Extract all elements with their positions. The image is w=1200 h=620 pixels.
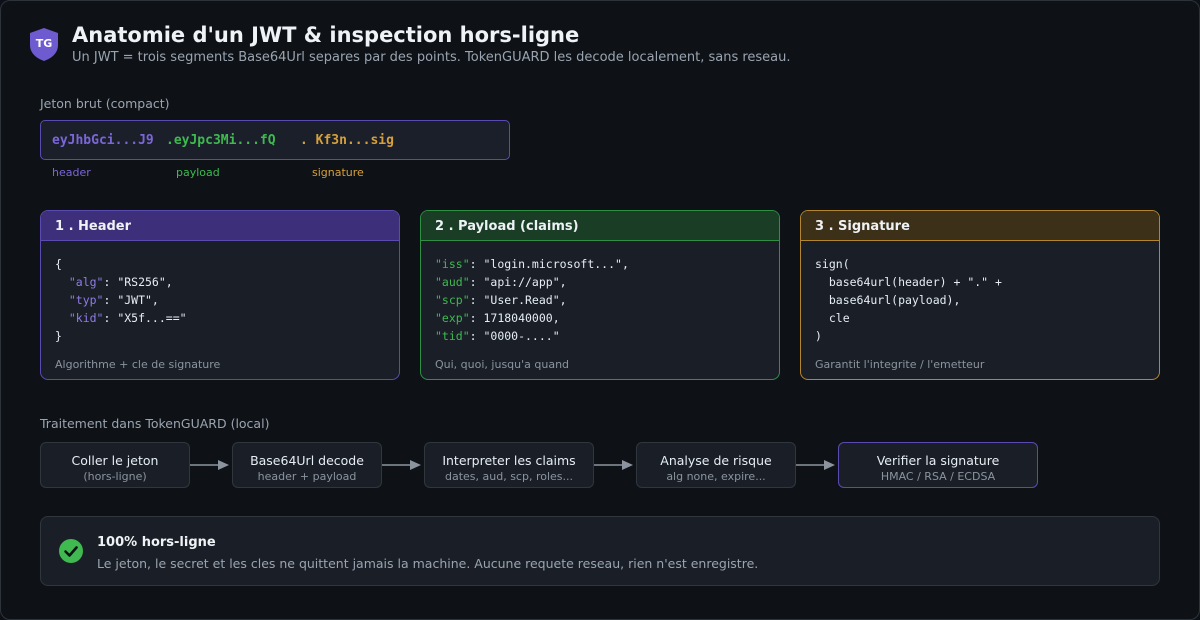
step-title: Verifier la signature [876,453,1000,468]
step-subtitle: HMAC / RSA / ECDSA [880,470,996,483]
step-title: Interpreter les claims [442,453,576,468]
step-subtitle: alg none, expire... [666,470,766,483]
step-verify-signature: Verifier la signature HMAC / RSA / ECDSA [838,442,1038,488]
step-risk-analysis: Analyse de risque alg none, expire... [636,442,796,488]
step-base64url-decode: Base64Url decode header + payload [232,442,382,488]
step-interpret-claims: Interpreter les claims dates, aud, scp, … [424,442,594,488]
offline-info-banner: 100% hors-ligne Le jeton, le secret et l… [40,516,1160,586]
step-title: Analyse de risque [660,453,772,468]
info-text: Le jeton, le secret et les cles ne quitt… [97,556,759,571]
step-title: Coller le jeton [71,453,159,468]
check-circle-icon [59,539,83,563]
step-title: Base64Url decode [250,453,364,468]
step-subtitle: dates, aud, scp, roles... [444,470,574,483]
step-subtitle: (hors-ligne) [83,470,147,483]
info-title: 100% hors-ligne [97,535,216,550]
step-paste-token: Coller le jeton (hors-ligne) [40,442,190,488]
step-subtitle: header + payload [257,470,357,483]
